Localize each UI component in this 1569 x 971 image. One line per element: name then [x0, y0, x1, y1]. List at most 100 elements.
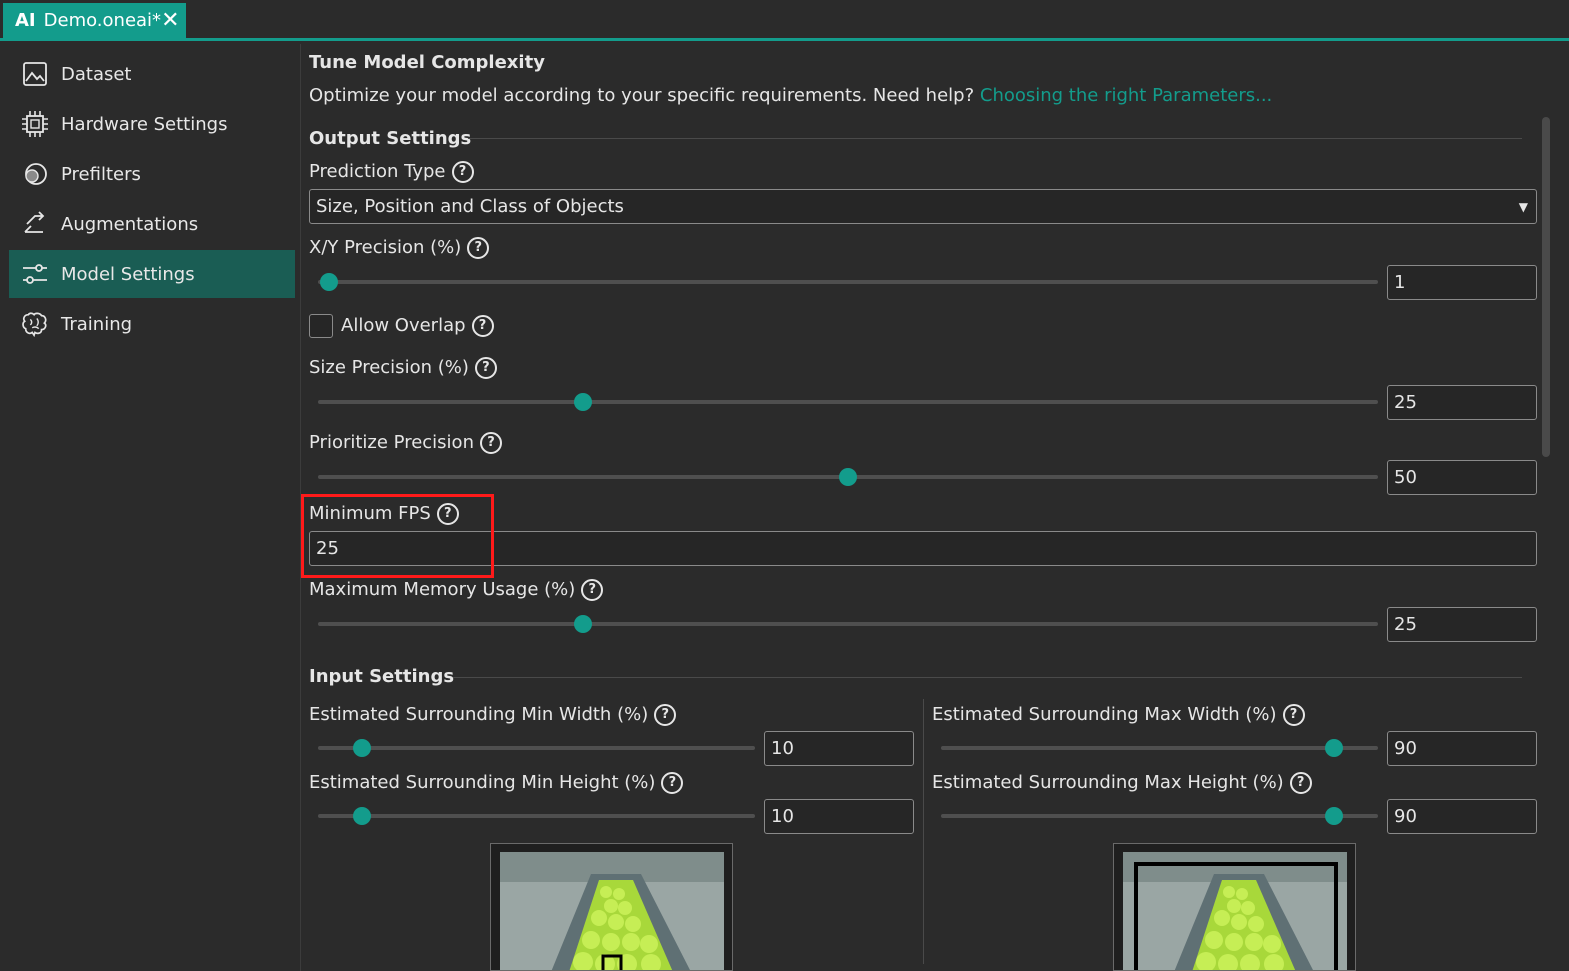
- chevron-down-icon: ▼: [1518, 199, 1528, 214]
- slider-thumb[interactable]: [319, 273, 338, 291]
- help-icon[interactable]: ?: [471, 315, 494, 337]
- min-height-input[interactable]: 10: [764, 799, 914, 834]
- ai-logo-icon: AI: [15, 10, 36, 31]
- label-text: Estimated Surrounding Min Width (%): [309, 704, 649, 725]
- xy-precision-input[interactable]: 1: [1387, 265, 1537, 300]
- label-text: Prioritize Precision: [309, 432, 474, 453]
- tab-bar: AI Demo.oneai* ✕: [0, 0, 1569, 42]
- sliders-icon: [21, 260, 49, 288]
- label-text: Prediction Type: [309, 161, 446, 182]
- brain-icon: [21, 310, 49, 338]
- xy-precision-slider[interactable]: [318, 272, 1378, 292]
- label-text: Maximum Memory Usage (%): [309, 579, 576, 600]
- max-height-label: Estimated Surrounding Max Height (%)?: [932, 772, 1312, 794]
- size-precision-slider[interactable]: [318, 392, 1378, 412]
- slider-thumb[interactable]: [574, 615, 592, 633]
- close-icon[interactable]: ✕: [161, 9, 179, 32]
- min-height-label: Estimated Surrounding Min Height (%)?: [309, 772, 684, 794]
- sidebar-item-hardware-settings[interactable]: Hardware Settings: [9, 100, 295, 148]
- select-value: Size, Position and Class of Objects: [316, 196, 624, 217]
- document-tab[interactable]: AI Demo.oneai* ✕: [3, 3, 186, 38]
- slider-thumb[interactable]: [352, 807, 371, 825]
- section-divider: [468, 138, 1522, 139]
- label-text: Estimated Surrounding Min Height (%): [309, 772, 656, 793]
- max-size-preview-image: [1113, 843, 1356, 971]
- tab-underline: [0, 38, 1569, 41]
- main-panel: Tune Model Complexity Optimize your mode…: [301, 44, 1569, 971]
- filter-circles-icon: [21, 160, 49, 188]
- help-icon[interactable]: ?: [1289, 772, 1312, 794]
- slider-track: [318, 814, 755, 818]
- highlight-box: [301, 494, 494, 578]
- slider-track: [318, 622, 1378, 626]
- section-divider: [453, 677, 1522, 678]
- max-memory-label: Maximum Memory Usage (%)?: [309, 579, 604, 601]
- size-precision-input[interactable]: 25: [1387, 385, 1537, 420]
- label-text: Estimated Surrounding Max Height (%): [932, 772, 1284, 793]
- sidebar-item-prefilters[interactable]: Prefilters: [9, 150, 295, 198]
- help-icon[interactable]: ?: [581, 579, 604, 601]
- sidebar-item-dataset[interactable]: Dataset: [9, 50, 295, 98]
- sidebar-item-label: Model Settings: [61, 263, 195, 285]
- label-text: Estimated Surrounding Max Width (%): [932, 704, 1277, 725]
- slider-track: [318, 400, 1378, 404]
- sidebar-item-label: Augmentations: [61, 213, 199, 235]
- min-width-slider[interactable]: [318, 738, 755, 758]
- slider-thumb[interactable]: [574, 393, 592, 411]
- max-height-input[interactable]: 90: [1387, 799, 1537, 834]
- max-width-label: Estimated Surrounding Max Width (%)?: [932, 704, 1305, 726]
- augment-icon: [21, 210, 49, 238]
- prediction-type-label: Prediction Type?: [309, 161, 474, 183]
- description: Optimize your model according to your sp…: [309, 85, 1272, 106]
- max-memory-slider[interactable]: [318, 614, 1378, 634]
- slider-thumb[interactable]: [352, 739, 371, 757]
- section-input-settings: Input Settings: [309, 666, 455, 687]
- allow-overlap-label: Allow Overlap?: [341, 315, 494, 337]
- column-divider: [923, 699, 924, 964]
- prioritize-precision-input[interactable]: 50: [1387, 460, 1537, 495]
- help-link[interactable]: Choosing the right Parameters...: [980, 85, 1272, 106]
- sidebar: Dataset Hardware Settings Prefilters Aug…: [2, 44, 301, 971]
- help-icon[interactable]: ?: [661, 772, 684, 794]
- sidebar-item-augmentations[interactable]: Augmentations: [9, 200, 295, 248]
- slider-track: [941, 746, 1378, 750]
- chip-icon: [21, 110, 49, 138]
- label-text: Allow Overlap: [341, 315, 466, 336]
- sidebar-item-label: Hardware Settings: [61, 113, 228, 135]
- max-width-input[interactable]: 90: [1387, 731, 1537, 766]
- image-icon: [21, 60, 49, 88]
- sidebar-item-label: Prefilters: [61, 163, 141, 185]
- allow-overlap-checkbox[interactable]: [309, 314, 333, 338]
- sidebar-item-model-settings[interactable]: Model Settings: [9, 250, 295, 298]
- slider-thumb[interactable]: [1325, 807, 1344, 825]
- page-title: Tune Model Complexity: [309, 52, 545, 73]
- slider-thumb[interactable]: [839, 468, 857, 486]
- scrollbar-thumb[interactable]: [1542, 117, 1550, 457]
- min-width-label: Estimated Surrounding Min Width (%)?: [309, 704, 677, 726]
- section-output-settings: Output Settings: [309, 128, 472, 149]
- help-icon[interactable]: ?: [654, 704, 677, 726]
- help-icon[interactable]: ?: [474, 357, 497, 379]
- min-height-slider[interactable]: [318, 806, 755, 826]
- sidebar-item-label: Training: [61, 313, 133, 335]
- help-icon[interactable]: ?: [467, 237, 490, 259]
- description-text: Optimize your model according to your sp…: [309, 85, 975, 106]
- help-icon[interactable]: ?: [451, 161, 474, 183]
- max-width-slider[interactable]: [941, 738, 1378, 758]
- prioritize-precision-slider[interactable]: [318, 467, 1378, 487]
- slider-track: [318, 280, 1378, 284]
- tab-title: Demo.oneai*: [43, 10, 162, 31]
- slider-track: [941, 814, 1378, 818]
- help-icon[interactable]: ?: [479, 432, 502, 454]
- max-height-slider[interactable]: [941, 806, 1378, 826]
- sidebar-item-training[interactable]: Training: [9, 300, 295, 348]
- slider-track: [318, 746, 755, 750]
- prediction-type-select[interactable]: Size, Position and Class of Objects ▼: [309, 189, 1537, 224]
- max-memory-input[interactable]: 25: [1387, 607, 1537, 642]
- size-precision-label: Size Precision (%)?: [309, 357, 497, 379]
- min-width-input[interactable]: 10: [764, 731, 914, 766]
- label-text: X/Y Precision (%): [309, 237, 462, 258]
- prioritize-precision-label: Prioritize Precision?: [309, 432, 502, 454]
- slider-thumb[interactable]: [1325, 739, 1344, 757]
- help-icon[interactable]: ?: [1282, 704, 1305, 726]
